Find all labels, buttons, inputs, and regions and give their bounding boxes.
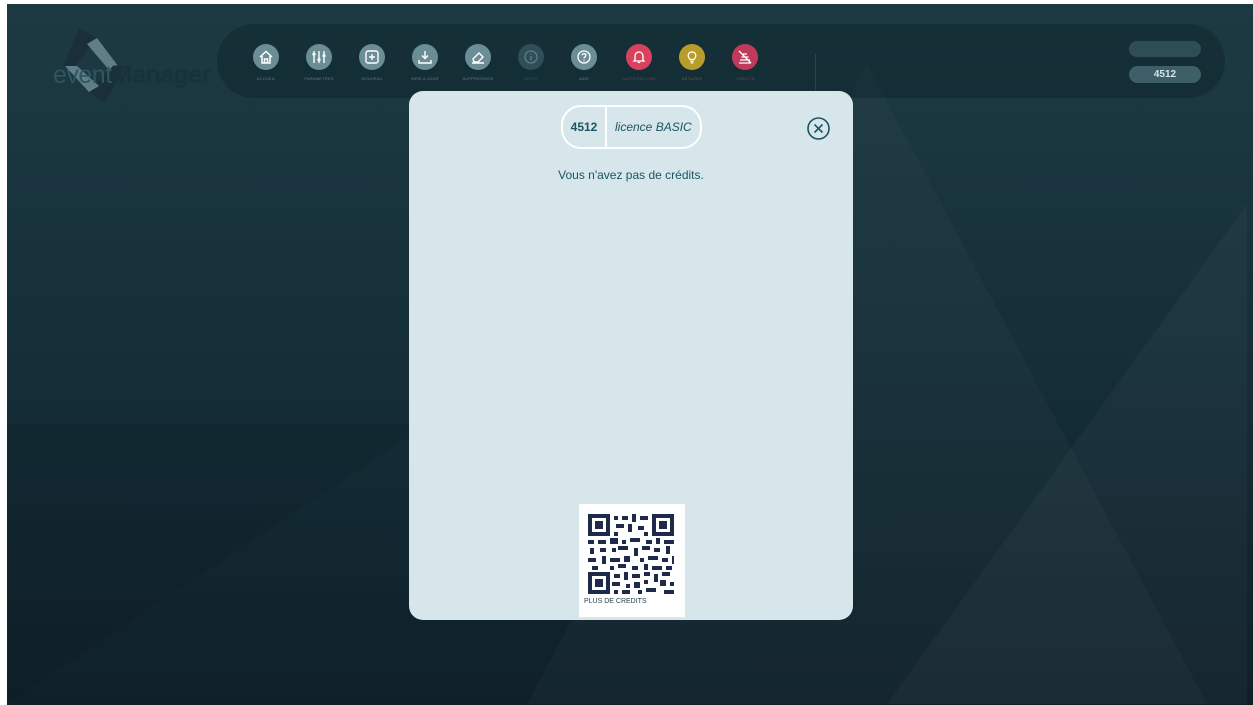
toolbar-separator <box>815 54 816 92</box>
qr-code[interactable]: PLUS DE CREDITS <box>579 504 685 617</box>
home-icon <box>253 44 279 70</box>
download-icon <box>412 44 438 70</box>
toolbar-label-mise-a-jour: MISE A JOUR <box>411 76 439 81</box>
toolbar-label-suppression: SUPPRESSION <box>462 76 494 81</box>
toolbar-button-parametres[interactable]: PARAMETRES <box>299 44 339 102</box>
license-type: licence BASIC <box>615 120 692 134</box>
toolbar-button-accueil[interactable]: ACCUEIL <box>246 44 286 102</box>
toolbar-label-parametres: PARAMETRES <box>304 76 334 81</box>
credits-modal: 4512 licence BASIC Vous n'avez pas de cr… <box>409 91 853 620</box>
toolbar-label-infos: INFOS <box>524 76 538 81</box>
qr-code-image <box>588 514 674 594</box>
bell-icon <box>626 44 652 70</box>
main-toolbar: ACCUEIL PARAMETRES NOUVEAU MISE A JOUR S… <box>217 24 1225 98</box>
logo-text-manager: Manager <box>111 61 212 89</box>
plus-square-icon <box>359 44 385 70</box>
event-manager-logo: eventManager <box>29 22 211 102</box>
toolbar-label-notifications: NOTIFICATIONS <box>622 76 656 81</box>
eraser-icon <box>465 44 491 70</box>
no-credits-message: Vous n'avez pas de crédits. <box>558 168 704 182</box>
close-button[interactable] <box>806 116 831 141</box>
background-facet <box>7 424 427 704</box>
close-icon <box>807 117 830 140</box>
qr-caption: PLUS DE CREDITS <box>584 598 647 605</box>
toolbar-label-nouveau: NOUVEAU <box>361 76 383 81</box>
logo-text-event: event <box>53 61 112 89</box>
question-icon <box>571 44 597 70</box>
toolbar-button-nouveau[interactable]: NOUVEAU <box>352 44 392 102</box>
toolbar-label-astuces: ASTUCES <box>681 76 703 81</box>
background-facet <box>887 204 1247 704</box>
lightbulb-icon <box>679 44 705 70</box>
header-top-pill[interactable] <box>1129 41 1201 57</box>
sliders-icon <box>306 44 332 70</box>
toolbar-label-aide: AIDE <box>578 76 590 81</box>
logo-wordmark: eventManager <box>53 61 211 90</box>
credits-icon <box>732 44 758 70</box>
toolbar-label-credits: CREDITS <box>735 76 755 81</box>
toolbar-label-accueil: ACCUEIL <box>256 76 276 81</box>
license-id: 4512 <box>570 120 598 134</box>
header-id-pill[interactable]: 4512 <box>1129 66 1201 83</box>
license-badge: 4512 licence BASIC <box>561 105 702 149</box>
info-icon <box>518 44 544 70</box>
